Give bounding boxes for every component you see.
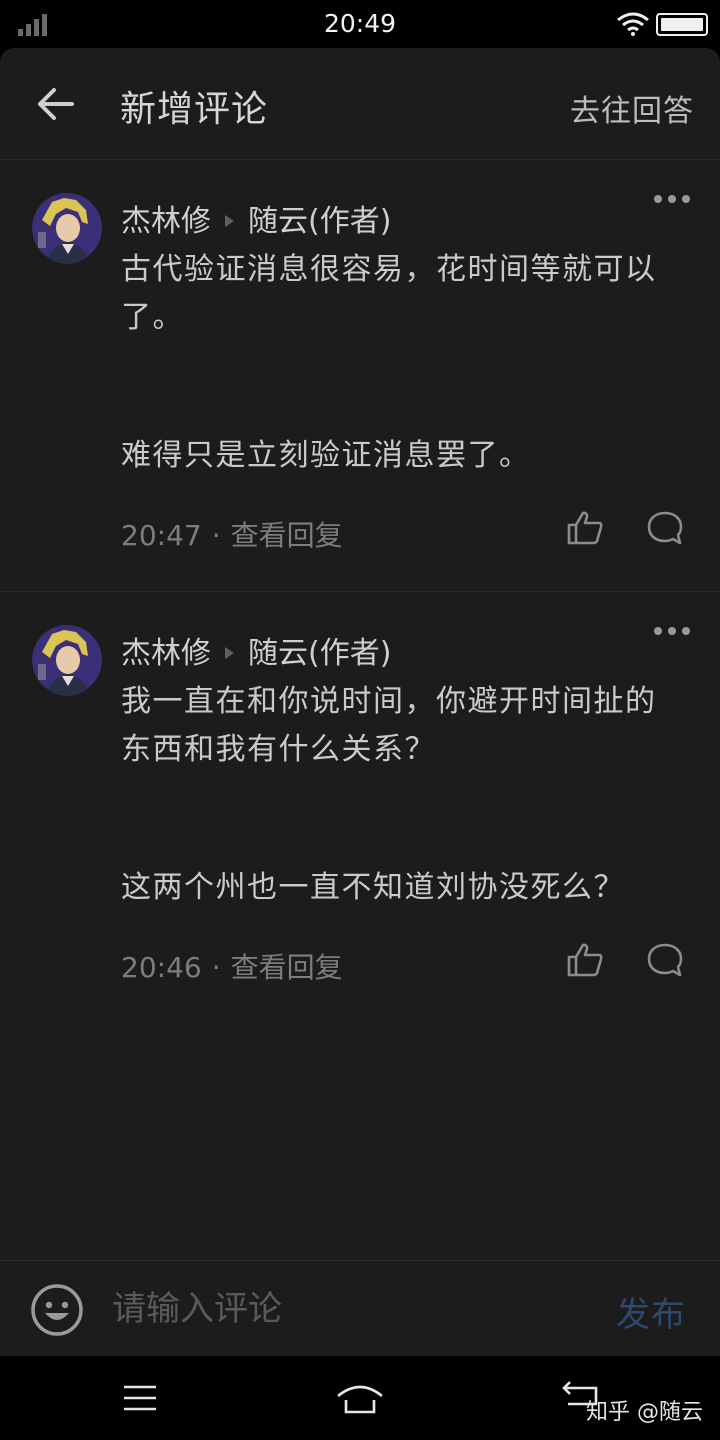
- comment-paragraph: 我一直在和你说时间，你避开时间扯的东西和我有什么关系？: [121, 684, 657, 767]
- separator-dot: ·: [211, 519, 221, 552]
- go-to-answer-button[interactable]: 去往回答: [570, 86, 694, 130]
- system-nav-bar: 知乎 @随云: [0, 1356, 720, 1440]
- reply-bubble-icon[interactable]: [646, 510, 684, 546]
- back-arrow-icon[interactable]: [34, 82, 78, 126]
- wifi-icon: [617, 12, 649, 36]
- reply-to-user[interactable]: 随云(作者): [248, 204, 391, 239]
- page-title: 新增评论: [120, 89, 269, 130]
- reply-bubble-icon[interactable]: [646, 942, 684, 978]
- comment-time: 20:46: [121, 951, 202, 984]
- thumbs-up-icon[interactable]: [566, 510, 604, 546]
- menu-icon[interactable]: [122, 1384, 158, 1412]
- comment-paragraph: 难得只是立刻验证消息罢了。: [121, 438, 531, 473]
- status-bar: 20:49: [0, 0, 720, 48]
- comments-page: 新增评论 去往回答 杰林修 随云(作者) 古代验证消息很容易，花时间等就可以了。 …: [0, 48, 720, 1356]
- phone-screen: 20:49 新增评论 去往回答 杰林修 随云(作者) 古代验证消息很容易，花时间…: [0, 0, 720, 1440]
- comment-author[interactable]: 杰林修: [121, 636, 211, 671]
- separator-dot: ·: [211, 951, 221, 984]
- comment-author[interactable]: 杰林修: [121, 204, 211, 239]
- view-replies-link[interactable]: 查看回复: [231, 519, 343, 552]
- comment-item: 杰林修 随云(作者) 古代验证消息很容易，花时间等就可以了。 难得只是立刻验证消息…: [0, 160, 720, 592]
- comment-meta: 20:47 · 查看回复: [121, 514, 343, 554]
- comment-meta: 20:46 · 查看回复: [121, 946, 343, 986]
- watermark: 知乎 @随云: [586, 1400, 703, 1425]
- avatar[interactable]: [32, 624, 102, 696]
- comment-item: 杰林修 随云(作者) 我一直在和你说时间，你避开时间扯的东西和我有什么关系？ 这两…: [0, 592, 720, 1024]
- publish-button[interactable]: 发布: [616, 1287, 686, 1336]
- reply-to-user[interactable]: 随云(作者): [248, 636, 391, 671]
- more-icon[interactable]: [654, 624, 690, 638]
- battery-icon: [656, 13, 708, 36]
- top-bar: 新增评论 去往回答: [0, 48, 720, 160]
- view-replies-link[interactable]: 查看回复: [231, 951, 343, 984]
- comment-time: 20:47: [121, 519, 202, 552]
- status-time: 20:49: [323, 9, 397, 38]
- comment-composer: 发布: [0, 1260, 720, 1356]
- thumbs-up-icon[interactable]: [566, 942, 604, 978]
- more-icon[interactable]: [654, 192, 690, 206]
- comment-paragraph: 古代验证消息很容易，花时间等就可以了。: [121, 252, 657, 335]
- avatar[interactable]: [32, 192, 102, 264]
- comment-input[interactable]: [112, 1283, 572, 1335]
- home-icon[interactable]: [334, 1380, 386, 1416]
- emoji-icon[interactable]: [30, 1283, 84, 1337]
- comment-paragraph: 这两个州也一直不知道刘协没死么？: [121, 870, 625, 905]
- reply-arrow-icon: [225, 646, 234, 659]
- reply-arrow-icon: [225, 214, 234, 227]
- comment-author-line: 杰林修 随云(作者): [121, 196, 391, 240]
- comment-author-line: 杰林修 随云(作者): [121, 628, 391, 672]
